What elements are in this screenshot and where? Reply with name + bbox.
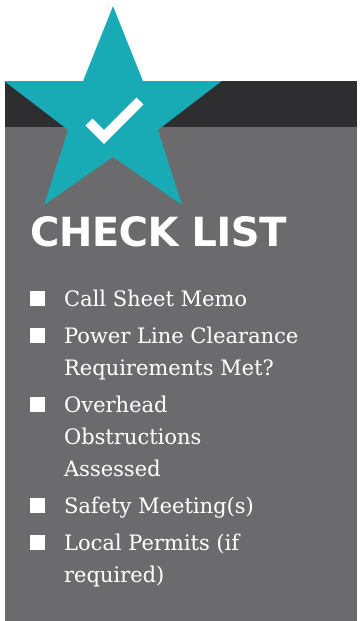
list-item-label: Safety Meeting(s)	[64, 494, 254, 518]
bullet-square-icon	[30, 397, 45, 412]
bullet-square-icon	[30, 291, 45, 306]
bullet-square-icon	[30, 328, 45, 343]
list-item: Call Sheet Memo	[30, 283, 350, 315]
list-item-label: Local Permits (if required)	[64, 531, 240, 587]
list-item-label: Overhead Obstructions Assessed	[64, 393, 202, 481]
star-shape	[4, 6, 222, 205]
list-item-label: Call Sheet Memo	[64, 287, 248, 311]
page-title: CHECK LIST	[30, 210, 286, 256]
list-item: Power Line Clearance Requirements Met?	[30, 320, 350, 384]
list-item: Local Permits (if required)	[30, 527, 350, 591]
list-item: Safety Meeting(s)	[30, 490, 350, 522]
list-item-label: Power Line Clearance Requirements Met?	[64, 324, 299, 380]
bullet-square-icon	[30, 535, 45, 550]
checklist: Call Sheet Memo Power Line Clearance Req…	[30, 283, 350, 596]
list-item: Overhead Obstructions Assessed	[30, 389, 350, 485]
bullet-square-icon	[30, 498, 45, 513]
